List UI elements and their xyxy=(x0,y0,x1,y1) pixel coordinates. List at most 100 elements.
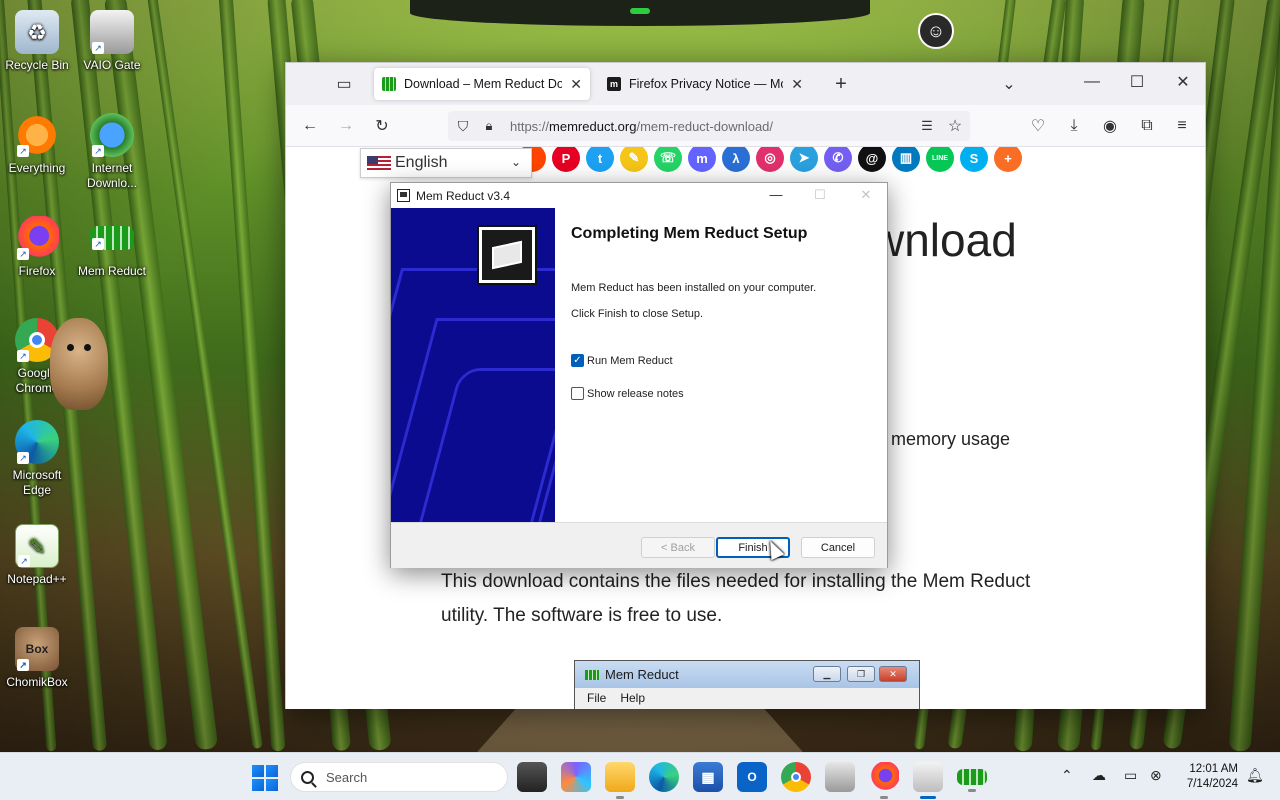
back-arrow-icon[interactable]: ← xyxy=(300,116,320,136)
desktop-icon-firefox[interactable]: ↗ Firefox xyxy=(1,216,73,279)
firefox-icon: ↗ xyxy=(15,216,59,260)
downloads-icon[interactable]: ⤓ xyxy=(1064,116,1084,136)
desktop-icon-recycle-bin[interactable]: ♻ Recycle Bin xyxy=(1,10,73,73)
desktop-icon-internet-download-manager[interactable]: ↗ Internet Downlo... xyxy=(76,113,148,191)
onedrive-icon[interactable]: ☁ xyxy=(1092,767,1106,784)
new-tab-plus-icon[interactable]: + xyxy=(831,73,851,95)
pinterest-icon[interactable]: P xyxy=(552,147,580,172)
url-bar[interactable]: ⛉ 🔒︎ https://memreduct.org/mem-reduct-do… xyxy=(448,111,970,141)
mastodon-icon[interactable]: m xyxy=(688,147,716,172)
desktop-icon-notepad-plus-plus[interactable]: ✎ ↗ Notepad++ xyxy=(1,524,73,587)
notifications-bell-icon[interactable]: 🔔︎ xyxy=(1246,767,1264,784)
tab-mem-reduct-download[interactable]: Download – Mem Reduct Down ✕ xyxy=(374,68,590,100)
desktop-icon-vaio-gate[interactable]: ↗ VAIO Gate xyxy=(76,10,148,73)
close-tab-icon[interactable]: ✕ xyxy=(791,76,803,93)
display-icon[interactable]: ▭ xyxy=(1124,767,1137,784)
tab-firefox-privacy-notice[interactable]: m Firefox Privacy Notice — Mozill ✕ xyxy=(599,68,811,100)
lock-icon[interactable]: 🔒︎ xyxy=(480,117,498,135)
file-explorer-icon[interactable] xyxy=(605,762,635,799)
desktop-icon-mem-reduct[interactable]: ↗ Mem Reduct xyxy=(76,216,148,279)
twitter-icon[interactable]: t xyxy=(586,147,614,172)
desktop-icon-everything[interactable]: ↗ Everything xyxy=(1,113,73,176)
desktop-icon-microsoft-edge[interactable]: ↗ Microsoft Edge xyxy=(1,420,73,498)
instagram-icon[interactable]: ◎ xyxy=(756,147,784,172)
ok-icon[interactable]: λ xyxy=(722,147,750,172)
tab-overview-icon[interactable]: ▭ xyxy=(334,75,354,93)
mem-reduct-setup-icon[interactable] xyxy=(913,762,943,799)
installer-banner xyxy=(391,208,555,522)
forward-arrow-icon[interactable]: → xyxy=(336,116,356,136)
chrome-icon[interactable] xyxy=(781,762,811,792)
telegram-icon[interactable]: ➤ xyxy=(790,147,818,172)
checkbox-label: Run Mem Reduct xyxy=(587,354,673,367)
maximize-icon[interactable]: ☐ xyxy=(1127,72,1147,92)
edge-icon[interactable] xyxy=(649,762,679,792)
reload-icon[interactable]: ↻ xyxy=(372,116,392,136)
checkmark-icon: ✓ xyxy=(571,354,584,367)
tracking-protection-shield-icon[interactable]: ⛉ xyxy=(454,117,472,135)
account-icon[interactable]: ◉ xyxy=(1100,116,1120,136)
setup-dialog: Mem Reduct v3.4 — ☐ ✕ Completing Mem Red… xyxy=(390,182,888,568)
minimize-icon[interactable]: — xyxy=(1082,72,1102,92)
desktop-icon-label: Internet Downlo... xyxy=(86,161,138,190)
cancel-button[interactable]: Cancel xyxy=(801,537,875,558)
close-window-icon[interactable]: ✕ xyxy=(1173,72,1193,92)
taskbar-search-box[interactable]: Search xyxy=(290,762,508,792)
installer-icon xyxy=(397,189,410,202)
desktop-icon-label: Everything xyxy=(8,161,66,175)
snapchat-icon[interactable]: ✎ xyxy=(620,147,648,172)
chomikbox-icon: Box ↗ xyxy=(15,627,59,671)
viber-icon[interactable]: ✆ xyxy=(824,147,852,172)
desktop-icon-label: Mem Reduct xyxy=(77,264,147,278)
clock-date: 7/14/2024 xyxy=(1186,778,1238,790)
mem-reduct-icon[interactable] xyxy=(957,769,987,792)
screenshot-menu-help: Help xyxy=(620,691,646,705)
show-release-notes-checkbox[interactable]: Show release notes xyxy=(571,387,684,400)
installer-app-icon[interactable] xyxy=(825,762,855,792)
outlook-icon[interactable]: O xyxy=(737,762,767,792)
desktop-icon-label: ChomikBox xyxy=(6,675,68,689)
close-icon: ✕ xyxy=(879,666,907,682)
desktop-icon-label: Recycle Bin xyxy=(5,58,69,72)
list-all-tabs-chevron-icon[interactable]: ⌄ xyxy=(999,74,1019,94)
pocket-icon[interactable]: ♡ xyxy=(1028,116,1048,136)
task-view-icon[interactable] xyxy=(517,762,547,792)
close-setup-hint: Click Finish to close Setup. xyxy=(571,308,704,320)
firefox-icon[interactable] xyxy=(869,762,899,799)
dialog-title: Mem Reduct v3.4 xyxy=(416,188,511,203)
extensions-puzzle-icon[interactable]: ⧉ xyxy=(1137,116,1157,136)
trello-icon[interactable]: ▥ xyxy=(892,147,920,172)
url-text[interactable]: https://memreduct.org/mem-reduct-downloa… xyxy=(510,119,773,134)
app-menu-hamburger-icon[interactable]: ≡ xyxy=(1172,116,1192,136)
skype-icon[interactable]: S xyxy=(960,147,988,172)
notepad-plus-plus-icon: ✎ ↗ xyxy=(15,524,59,568)
us-flag-icon xyxy=(367,155,391,171)
back-button[interactable]: < Back xyxy=(641,537,715,558)
more-share-icon[interactable]: + xyxy=(994,147,1022,172)
page-text-fragment: e memory usage xyxy=(876,429,1011,449)
close-tab-icon[interactable]: ✕ xyxy=(570,76,582,93)
reader-view-icon[interactable]: ☰ xyxy=(918,117,936,135)
network-volume-icon[interactable]: ⊗ xyxy=(1150,767,1162,784)
run-mem-reduct-checkbox[interactable]: ✓ Run Mem Reduct xyxy=(571,354,673,367)
microsoft-store-icon[interactable]: ▦ xyxy=(693,762,723,792)
language-selector[interactable]: English ⌄ xyxy=(360,148,532,178)
show-hidden-icons-chevron-icon[interactable]: ⌃ xyxy=(1061,767,1073,784)
desktop-icon-chomikbox[interactable]: Box ↗ ChomikBox xyxy=(1,627,73,690)
mem-reduct-icon: ↗ xyxy=(90,226,134,250)
hamster-desktop-pet[interactable] xyxy=(50,318,108,410)
start-windows-icon[interactable] xyxy=(252,765,278,791)
threads-icon[interactable]: @ xyxy=(858,147,886,172)
line-icon[interactable]: LINE xyxy=(926,147,954,172)
desktop-icon-label: Notepad++ xyxy=(7,572,67,586)
maximize-icon: ☐ xyxy=(814,187,826,202)
bookmark-star-icon[interactable]: ☆ xyxy=(946,117,964,135)
copilot-icon[interactable] xyxy=(561,762,591,792)
system-clock[interactable]: 12:01 AM 7/14/2024 xyxy=(1176,762,1238,792)
restore-icon: ❐ xyxy=(847,666,875,682)
whatsapp-icon[interactable]: ☏ xyxy=(654,147,682,172)
top-notch-bar xyxy=(410,0,870,26)
minimize-icon[interactable]: — xyxy=(761,187,791,205)
internet-download-manager-icon: ↗ xyxy=(90,113,134,157)
user-circle-icon[interactable]: ☺ xyxy=(918,13,954,49)
